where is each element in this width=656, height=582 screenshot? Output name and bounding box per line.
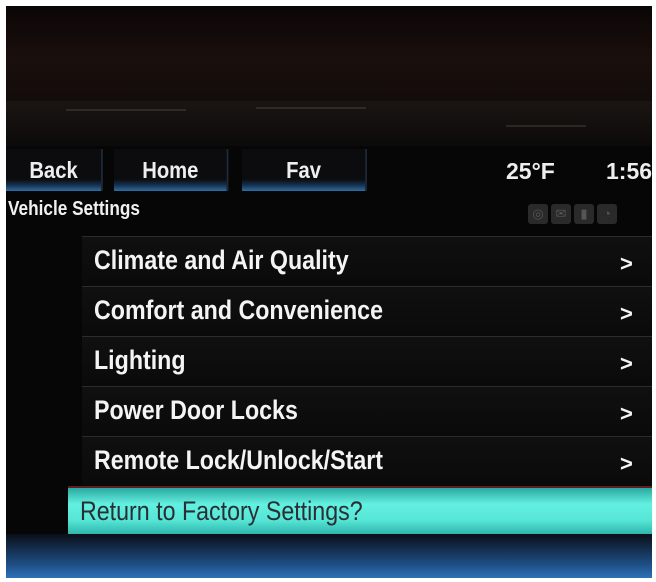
screen-glare bbox=[6, 101, 652, 146]
menu-item-label: Comfort and Convenience bbox=[94, 295, 384, 325]
clock: 1:56 bbox=[606, 158, 652, 184]
home-button[interactable]: Home bbox=[114, 149, 229, 191]
envelope-icon: ✉ bbox=[551, 204, 571, 224]
chevron-right-icon: > bbox=[620, 351, 633, 376]
phone-icon: ▮ bbox=[574, 204, 594, 224]
menu-item-lighting[interactable]: Lighting > bbox=[82, 336, 652, 386]
menu-item-label: Return to Factory Settings? bbox=[80, 496, 363, 526]
chevron-right-icon: > bbox=[620, 301, 633, 326]
chevron-right-icon: > bbox=[620, 451, 633, 476]
menu-item-factory-reset[interactable]: Return to Factory Settings? bbox=[68, 486, 652, 536]
screen-bezel bbox=[6, 6, 652, 101]
menu-item-door-locks[interactable]: Power Door Locks > bbox=[82, 386, 652, 436]
settings-menu: Climate and Air Quality > Comfort and Co… bbox=[68, 236, 652, 536]
signal-icon: ◔ bbox=[597, 204, 617, 224]
menu-item-label: Remote Lock/Unlock/Start bbox=[94, 445, 384, 475]
chevron-right-icon: > bbox=[620, 251, 633, 276]
top-nav-bar: Back Home Fav bbox=[6, 149, 652, 191]
menu-item-label: Climate and Air Quality bbox=[94, 245, 349, 275]
menu-item-remote-start[interactable]: Remote Lock/Unlock/Start > bbox=[82, 436, 652, 486]
page-title: Vehicle Settings bbox=[8, 198, 140, 220]
menu-item-comfort[interactable]: Comfort and Convenience > bbox=[82, 286, 652, 336]
menu-item-climate[interactable]: Climate and Air Quality > bbox=[82, 236, 652, 286]
chevron-right-icon: > bbox=[620, 401, 633, 426]
fav-button[interactable]: Fav bbox=[242, 149, 367, 191]
infotainment-screen-photo: Back Home Fav 25°F 1:56 Vehicle Settings… bbox=[6, 6, 652, 578]
screen-bottom-glow bbox=[6, 534, 652, 578]
menu-item-label: Lighting bbox=[94, 345, 186, 375]
connection-icon: ◎ bbox=[528, 204, 548, 224]
outside-temperature: 25°F bbox=[506, 158, 555, 184]
status-icons: ◎ ✉ ▮ ◔ bbox=[528, 204, 620, 226]
menu-item-label: Power Door Locks bbox=[94, 395, 298, 425]
back-button[interactable]: Back bbox=[6, 149, 103, 191]
